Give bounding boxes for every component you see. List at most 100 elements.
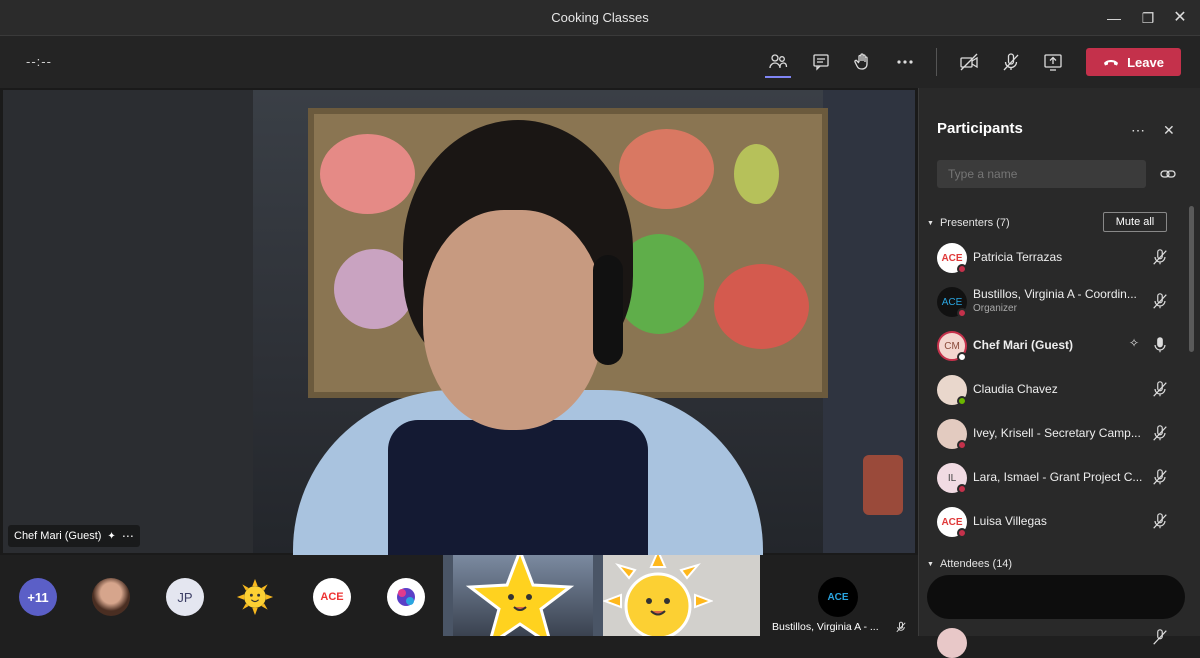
raise-hand-button[interactable]: [849, 50, 875, 74]
participant-name: Chef Mari (Guest): [973, 338, 1074, 352]
participant-name: Bustillos, Virginia A - Coordin...: [973, 287, 1137, 301]
sun-avatar-icon[interactable]: [236, 578, 274, 616]
presence-status-dot: [957, 264, 967, 274]
presence-status-dot: [957, 396, 967, 406]
search-input[interactable]: [937, 160, 1146, 188]
title-bar: Cooking Classes — ❐ ✕: [0, 0, 1200, 36]
avatar-jp[interactable]: JP: [166, 578, 204, 616]
show-participants-button[interactable]: [765, 50, 791, 74]
video-thumbnail-sun[interactable]: [603, 555, 760, 636]
participant-row[interactable]: ACE Bustillos, Virginia A - Coordin... Org…: [919, 279, 1183, 323]
mic-off-icon[interactable]: [1151, 292, 1169, 310]
pin-icon: ✦: [107, 530, 116, 542]
mic-off-icon[interactable]: [1151, 380, 1169, 398]
leave-button[interactable]: Leave: [1086, 48, 1181, 76]
more-icon[interactable]: ⋯: [122, 529, 134, 543]
speaker-video[interactable]: [3, 90, 915, 555]
participant-row[interactable]: Claudia Chavez: [919, 367, 1183, 411]
ace-logo-avatar: ACE: [818, 577, 858, 617]
attendees-section-header[interactable]: ▼ Attendees (14): [927, 558, 1012, 570]
speaker-name-chip: Chef Mari (Guest) ✦ ⋯: [8, 525, 140, 547]
caret-down-icon: ▼: [927, 560, 934, 568]
more-actions-button[interactable]: [892, 50, 918, 74]
overflow-count-avatar[interactable]: +11: [19, 578, 57, 616]
participant-strip: +11 JP ACE ACE Bustillos, Virginia A - .…: [0, 555, 918, 636]
attendees-label: Attendees (14): [939, 558, 1013, 570]
star-character-icon: [465, 555, 575, 636]
avatar-photo[interactable]: [92, 578, 130, 616]
participant-row[interactable]: Ivey, Krisell - Secretary Camp...: [919, 411, 1183, 455]
avocado-heart-drawing: [714, 264, 809, 349]
active-tab-indicator: [765, 76, 791, 78]
presence-status-dot: [957, 308, 967, 318]
main-video-stage: Chef Mari (Guest) ✦ ⋯: [0, 88, 918, 555]
presence-status-dot: [957, 440, 967, 450]
speaker-name: Chef Mari (Guest): [14, 530, 102, 542]
caret-down-icon: ▼: [927, 219, 934, 227]
participant-name: Luisa Villegas: [973, 514, 1047, 528]
chat-button[interactable]: [808, 50, 834, 74]
camera-off-icon: [960, 53, 978, 71]
more-icon[interactable]: ⋯: [1131, 122, 1145, 139]
pepper-drawing: [734, 144, 779, 204]
sun-character-icon: [603, 555, 713, 636]
camera-toggle-button[interactable]: [956, 50, 982, 74]
speaker-apron: [388, 420, 648, 555]
link-icon[interactable]: [1160, 167, 1176, 181]
mic-off-icon[interactable]: [1151, 424, 1169, 442]
participant-name: Claudia Chavez: [973, 382, 1058, 396]
character-avatar[interactable]: [387, 578, 425, 616]
watermelon-drawing: [320, 134, 415, 214]
beet-drawing: [334, 249, 414, 329]
meeting-timer: --:--: [26, 54, 52, 69]
mic-on-icon[interactable]: [1151, 336, 1169, 354]
participant-row[interactable]: ACE Patricia Terrazas: [919, 235, 1183, 279]
participants-panel: Participants ⋯ ✕ ▼ Presenters (7) Mute a…: [918, 88, 1200, 658]
toolbar-divider: [936, 48, 937, 76]
headset-icon: [593, 255, 623, 365]
phone-hangup-icon: [1104, 60, 1119, 66]
video-thumbnail-star[interactable]: [443, 555, 603, 636]
mic-off-icon[interactable]: [1151, 248, 1169, 266]
mic-off-icon: [896, 621, 906, 633]
raise-hand-icon: [854, 53, 868, 70]
avatar: [937, 628, 967, 658]
presence-status-dot: [957, 528, 967, 538]
eggplant-heart-drawing: [619, 129, 714, 209]
mute-all-button[interactable]: Mute all: [1103, 212, 1167, 232]
close-icon[interactable]: ✕: [1163, 122, 1175, 139]
mic-off-icon: [1003, 53, 1019, 71]
leave-label: Leave: [1127, 54, 1164, 70]
panel-title: Participants: [937, 120, 1023, 137]
background-wall: [3, 90, 253, 553]
participant-row[interactable]: CM Chef Mari (Guest) ✧: [919, 323, 1183, 367]
mic-off-icon[interactable]: [1151, 628, 1169, 646]
mic-off-icon[interactable]: [1151, 512, 1169, 530]
spice-jar: [863, 455, 903, 515]
close-icon[interactable]: ✕: [1170, 8, 1190, 28]
redacted-attendee: [927, 575, 1185, 619]
restore-icon[interactable]: ❐: [1138, 8, 1158, 28]
mic-toggle-button[interactable]: [998, 50, 1024, 74]
participant-name: Patricia Terrazas: [973, 250, 1063, 264]
presenters-section-header[interactable]: ▼ Presenters (7): [927, 217, 1010, 229]
window-title: Cooking Classes: [551, 10, 649, 25]
ace-logo-avatar[interactable]: ACE: [313, 578, 351, 616]
video-thumbnail-organizer[interactable]: ACE Bustillos, Virginia A - ...: [760, 555, 918, 636]
presence-status-dot: [957, 484, 967, 494]
panel-scrollbar[interactable]: [1189, 206, 1194, 352]
speaker-face: [423, 210, 603, 430]
pin-icon[interactable]: ✧: [1129, 336, 1139, 350]
participant-row[interactable]: IL Lara, Ismael - Grant Project C...: [919, 455, 1183, 499]
share-screen-button[interactable]: [1040, 50, 1066, 74]
participant-name: Ivey, Krisell - Secretary Camp...: [973, 426, 1141, 440]
mic-off-icon[interactable]: [1151, 468, 1169, 486]
presenters-label: Presenters (7): [939, 217, 1010, 229]
more-icon: [897, 60, 913, 64]
minimize-icon[interactable]: —: [1104, 8, 1124, 28]
meeting-toolbar: --:-- Leave: [0, 36, 1200, 88]
participant-row[interactable]: ACE Luisa Villegas: [919, 499, 1183, 543]
chat-icon: [813, 54, 829, 71]
share-screen-icon: [1044, 54, 1062, 71]
thumbnail-name: Bustillos, Virginia A - ...: [772, 621, 879, 633]
